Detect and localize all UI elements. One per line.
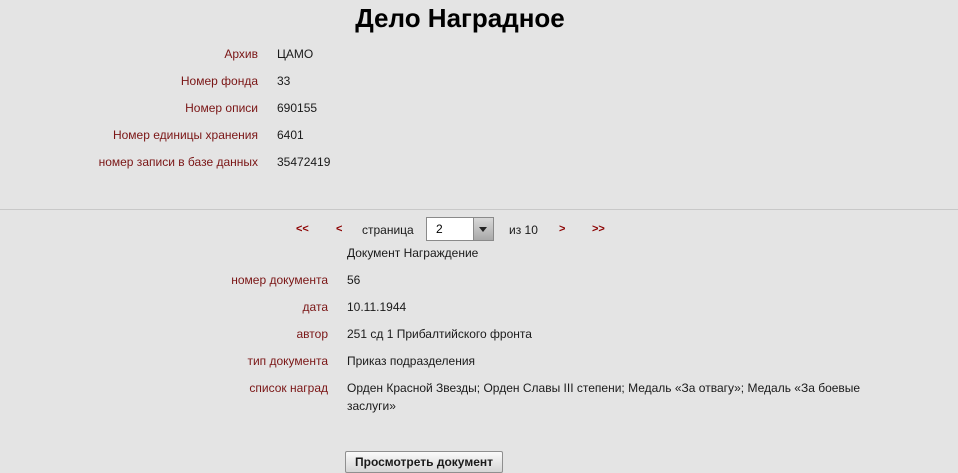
pager: << < страница 2 из 10 > >>	[0, 217, 958, 243]
fund-value: 33	[277, 74, 291, 88]
total-pages-label: из 10	[509, 223, 538, 237]
doc-date-label: дата	[302, 300, 328, 314]
archive-label: Архив	[224, 47, 258, 61]
doc-number-value: 56	[347, 273, 361, 287]
prev-page-link[interactable]: <	[336, 223, 342, 235]
last-page-link[interactable]: >>	[592, 223, 605, 235]
view-document-button[interactable]: Просмотреть документ	[345, 451, 503, 473]
next-page-link[interactable]: >	[559, 223, 565, 235]
storage-unit-label: Номер единицы хранения	[112, 128, 258, 142]
awards-value: Орден Красной Звезды; Орден Славы III ст…	[347, 381, 861, 413]
page-title: Дело Наградное	[355, 3, 565, 33]
page-label: страница	[362, 223, 414, 237]
first-page-link[interactable]: <<	[296, 223, 309, 235]
awards-label: список наград	[249, 381, 328, 395]
doc-author-label: автор	[296, 327, 329, 341]
section-divider	[0, 209, 958, 210]
doc-number-label: номер документа	[231, 273, 328, 287]
doc-author-value: 251 сд 1 Прибалтийского фронта	[347, 327, 532, 341]
doc-type-value: Приказ подразделения	[347, 354, 476, 368]
page-select[interactable]: 2	[426, 217, 494, 241]
fund-label: Номер фонда	[180, 74, 258, 88]
storage-unit-value: 6401	[277, 128, 304, 142]
page-select-value: 2	[436, 222, 443, 236]
doc-type-label: тип документа	[247, 354, 328, 368]
archive-value: ЦАМО	[277, 47, 314, 61]
record-number-label: номер записи в базе данных	[98, 155, 258, 169]
inventory-label: Номер описи	[185, 101, 258, 115]
chevron-down-icon[interactable]	[473, 218, 493, 240]
record-number-value: 35472419	[277, 155, 331, 169]
inventory-value: 690155	[277, 101, 318, 115]
doc-date-value: 10.11.1944	[347, 300, 407, 314]
document-heading: Документ Награждение	[347, 246, 479, 260]
